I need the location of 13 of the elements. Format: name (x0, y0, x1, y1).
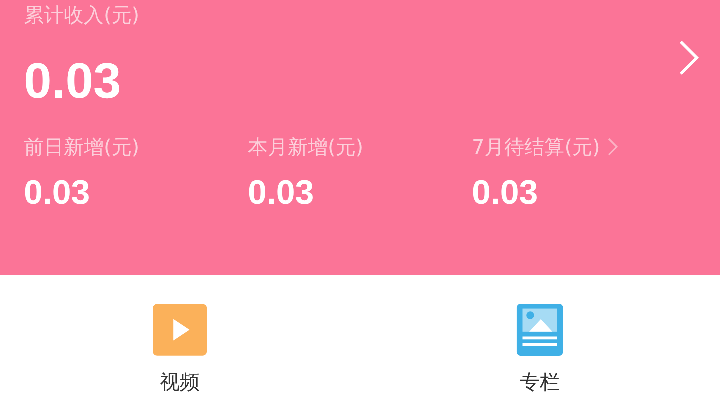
play-icon[interactable] (152, 303, 208, 357)
stat-value: 0.03 (248, 173, 316, 213)
stat-label: 前日新增(元) (24, 134, 140, 161)
stat-label: 本月新增(元) (248, 134, 364, 161)
document-image-icon[interactable] (516, 303, 564, 357)
shortcut-label[interactable]: 专栏 (520, 369, 560, 396)
total-income-label: 累计收入(元) (24, 2, 140, 29)
stat-value: 0.03 (24, 173, 92, 213)
stat-label: 7月待结算(元) (472, 134, 600, 161)
shortcut-label[interactable]: 视频 (160, 369, 200, 396)
chevron-right-icon[interactable] (608, 138, 618, 156)
stat-value: 0.03 (472, 173, 540, 213)
total-income-value: 0.03 (24, 52, 122, 111)
